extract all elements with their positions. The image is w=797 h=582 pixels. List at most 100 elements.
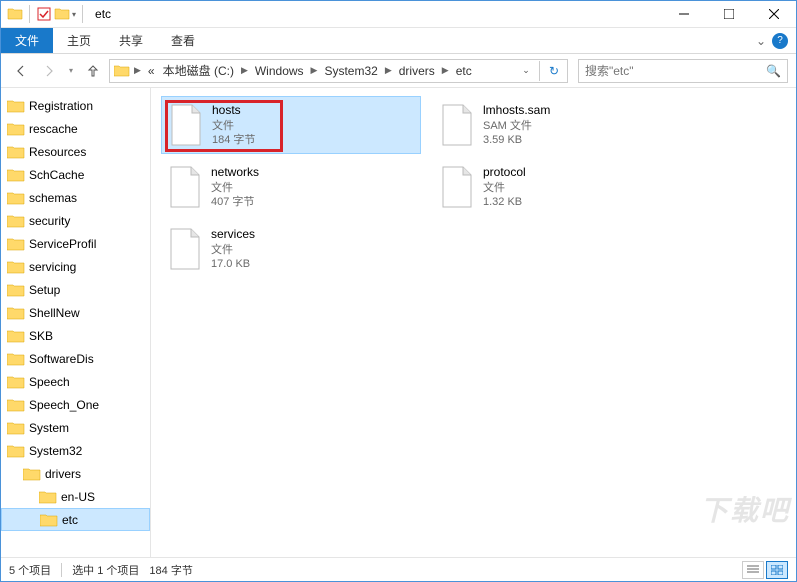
tree-item[interactable]: Setup	[1, 278, 150, 301]
breadcrumb-segment[interactable]: etc	[453, 64, 475, 78]
tree-item[interactable]: Speech	[1, 370, 150, 393]
file-type: SAM 文件	[483, 119, 550, 133]
tree-item[interactable]: drivers	[1, 462, 150, 485]
breadcrumb-controls: ⌄ ↻	[518, 61, 563, 81]
folder-icon	[7, 6, 23, 22]
tab-share[interactable]: 共享	[105, 28, 157, 53]
status-selection: 选中 1 个项目	[72, 562, 139, 578]
nav-up-button[interactable]	[81, 59, 105, 83]
breadcrumb-segment[interactable]: Windows	[252, 64, 307, 78]
file-item[interactable]: protocol文件1.32 KB	[433, 158, 693, 216]
breadcrumb-dropdown-icon[interactable]: ⌄	[518, 65, 534, 76]
nav-history-dropdown[interactable]: ▾	[65, 59, 77, 83]
view-tiles-button[interactable]	[766, 561, 788, 579]
search-box[interactable]: 🔍	[578, 59, 788, 83]
status-count: 5 个项目	[9, 562, 51, 578]
breadcrumb-segment[interactable]: drivers	[396, 64, 438, 78]
tree-item[interactable]: servicing	[1, 255, 150, 278]
file-meta: networks文件407 字节	[211, 165, 259, 209]
breadcrumb-segment[interactable]: System32	[321, 64, 380, 78]
tree-item[interactable]: SKB	[1, 324, 150, 347]
tree-item[interactable]: en-US	[1, 485, 150, 508]
file-size: 17.0 KB	[211, 257, 255, 271]
view-toggle	[742, 561, 788, 579]
file-type: 文件	[212, 119, 255, 133]
chevron-right-icon[interactable]: ▶	[383, 65, 394, 76]
file-item[interactable]: services文件17.0 KB	[161, 220, 421, 278]
chevron-right-icon[interactable]: ▶	[239, 65, 250, 76]
file-type: 文件	[211, 181, 259, 195]
file-name: protocol	[483, 165, 526, 181]
close-button[interactable]	[751, 1, 796, 28]
tree-item[interactable]: rescache	[1, 117, 150, 140]
refresh-icon[interactable]: ↻	[545, 64, 563, 78]
tree-item[interactable]: Resources	[1, 140, 150, 163]
chevron-right-icon[interactable]: ▶	[132, 65, 143, 76]
minimize-button[interactable]	[661, 1, 706, 28]
titlebar: ▾ etc	[1, 1, 796, 28]
tree-item[interactable]: SoftwareDis	[1, 347, 150, 370]
maximize-button[interactable]	[706, 1, 751, 28]
search-icon[interactable]: 🔍	[766, 64, 781, 78]
ribbon-expand-icon[interactable]: ⌄	[756, 34, 766, 48]
view-details-button[interactable]	[742, 561, 764, 579]
tree-label: Setup	[29, 283, 60, 297]
chevron-right-icon[interactable]: ▶	[440, 65, 451, 76]
tree-label: Resources	[29, 145, 86, 159]
tree-item[interactable]: ServiceProfil	[1, 232, 150, 255]
ribbon-right: ⌄ ?	[756, 28, 796, 53]
tree-label: Speech	[29, 375, 70, 389]
tree-label: en-US	[61, 490, 95, 504]
tree-label: System32	[29, 444, 82, 458]
file-meta: lmhosts.samSAM 文件3.59 KB	[483, 103, 550, 147]
nav-back-button[interactable]	[9, 59, 33, 83]
tree-label: SchCache	[29, 168, 84, 182]
breadcrumb-prefix[interactable]: «	[145, 64, 158, 78]
separator	[29, 5, 30, 23]
ribbon: 文件 主页 共享 查看 ⌄ ?	[1, 28, 796, 54]
folder-dropdown-icon[interactable]	[54, 6, 70, 22]
tree-item[interactable]: System32	[1, 439, 150, 462]
tree-item[interactable]: Registration	[1, 94, 150, 117]
tree-label: Registration	[29, 99, 93, 113]
tree-label: schemas	[29, 191, 77, 205]
file-item[interactable]: lmhosts.samSAM 文件3.59 KB	[433, 96, 693, 154]
checkbox-icon[interactable]	[36, 6, 52, 22]
tree-label: etc	[62, 513, 78, 527]
tree-item[interactable]: SchCache	[1, 163, 150, 186]
navbar: ▾ ▶ « 本地磁盘 (C:) ▶ Windows ▶ System32 ▶ d…	[1, 54, 796, 88]
tree-label: security	[29, 214, 70, 228]
file-item[interactable]: hosts文件184 字节	[161, 96, 421, 154]
breadcrumb-segment[interactable]: 本地磁盘 (C:)	[160, 62, 237, 79]
tree-item[interactable]: schemas	[1, 186, 150, 209]
folder-tree[interactable]: Registration rescache Resources SchCache sch…	[1, 88, 151, 557]
tab-view[interactable]: 查看	[157, 28, 209, 53]
file-type: 文件	[483, 181, 526, 195]
tree-label: servicing	[29, 260, 76, 274]
tree-item[interactable]: ShellNew	[1, 301, 150, 324]
nav-forward-button[interactable]	[37, 59, 61, 83]
tree-label: Speech_One	[29, 398, 99, 412]
file-meta: protocol文件1.32 KB	[483, 165, 526, 209]
file-item[interactable]: networks文件407 字节	[161, 158, 421, 216]
tree-item[interactable]: etc	[1, 508, 150, 531]
qat-dropdown-icon[interactable]: ▾	[72, 10, 76, 19]
file-meta: services文件17.0 KB	[211, 227, 255, 271]
tab-file[interactable]: 文件	[1, 28, 53, 53]
tree-label: rescache	[29, 122, 78, 136]
tree-item[interactable]: System	[1, 416, 150, 439]
folder-icon	[114, 64, 130, 78]
file-size: 3.59 KB	[483, 133, 550, 147]
breadcrumb[interactable]: ▶ « 本地磁盘 (C:) ▶ Windows ▶ System32 ▶ dri…	[109, 59, 568, 83]
tree-item[interactable]: Speech_One	[1, 393, 150, 416]
tree-item[interactable]: security	[1, 209, 150, 232]
tab-home[interactable]: 主页	[53, 28, 105, 53]
file-size: 1.32 KB	[483, 195, 526, 209]
help-icon[interactable]: ?	[772, 33, 788, 49]
titlebar-left: ▾ etc	[1, 5, 111, 23]
chevron-right-icon[interactable]: ▶	[309, 65, 320, 76]
search-input[interactable]	[585, 64, 766, 78]
file-meta: hosts文件184 字节	[212, 103, 255, 147]
file-pane[interactable]: 下载吧 hosts文件184 字节 lmhosts.samSAM 文件3.59 K…	[151, 88, 796, 557]
watermark: 下载吧	[700, 489, 790, 529]
